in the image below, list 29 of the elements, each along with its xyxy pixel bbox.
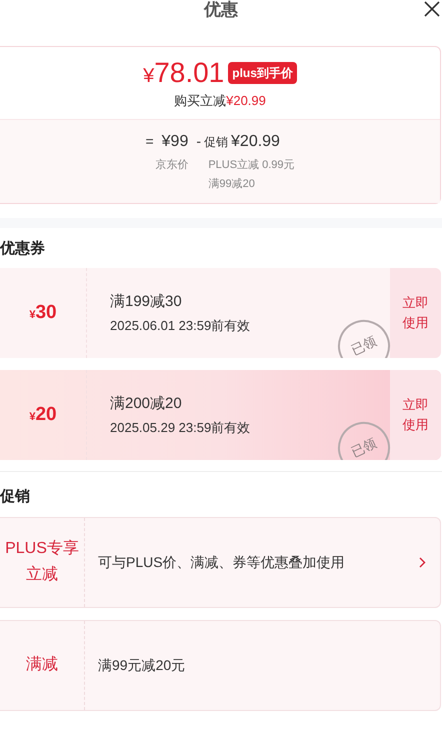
promotion-row[interactable]: 满减 满99元减20元: [0, 620, 441, 710]
promo-label: 促销: [204, 134, 228, 150]
saving-label: 购买立减: [174, 92, 226, 110]
coupon-condition: 满199减30: [110, 292, 183, 312]
coupon-condition: 满200减20: [110, 394, 183, 414]
promotion-label: PLUS专享立减: [4, 538, 80, 585]
coupon-validity: 2025.05.29 23:59前有效: [110, 419, 252, 437]
promotion-row[interactable]: PLUS专享立减 可与PLUS价、满减、券等优惠叠加使用: [0, 516, 441, 608]
use-now-button[interactable]: 立即使用: [390, 268, 441, 358]
promotion-description: 可与PLUS价、满减、券等优惠叠加使用: [98, 552, 345, 572]
equals-sign: =: [145, 132, 154, 150]
coupon-validity: 2025.06.01 23:59前有效: [110, 317, 252, 335]
close-icon[interactable]: [424, 1, 440, 17]
promo-detail: 满99减20: [208, 177, 256, 192]
dialog-title: 优惠: [204, 1, 238, 18]
promo-amount: ¥20.99: [231, 132, 280, 152]
chevron-right-icon: [419, 556, 426, 568]
promotion-description: 满99元减20元: [98, 656, 186, 674]
plus-badge: plus到手价: [228, 62, 297, 84]
minus-sign: -: [196, 132, 202, 150]
promotion-label: 满减: [25, 654, 59, 675]
promo-detail: PLUS立减 0.99元: [208, 158, 295, 172]
coupon-amount: ¥20: [29, 402, 57, 427]
final-price: ¥78.01: [143, 59, 224, 87]
saving-amount: ¥20.99: [226, 92, 266, 110]
base-price: ¥99: [162, 132, 188, 152]
base-price-label: 京东价: [155, 158, 188, 172]
coupon-amount: ¥30: [29, 300, 57, 325]
use-now-button[interactable]: 立即使用: [390, 370, 441, 460]
